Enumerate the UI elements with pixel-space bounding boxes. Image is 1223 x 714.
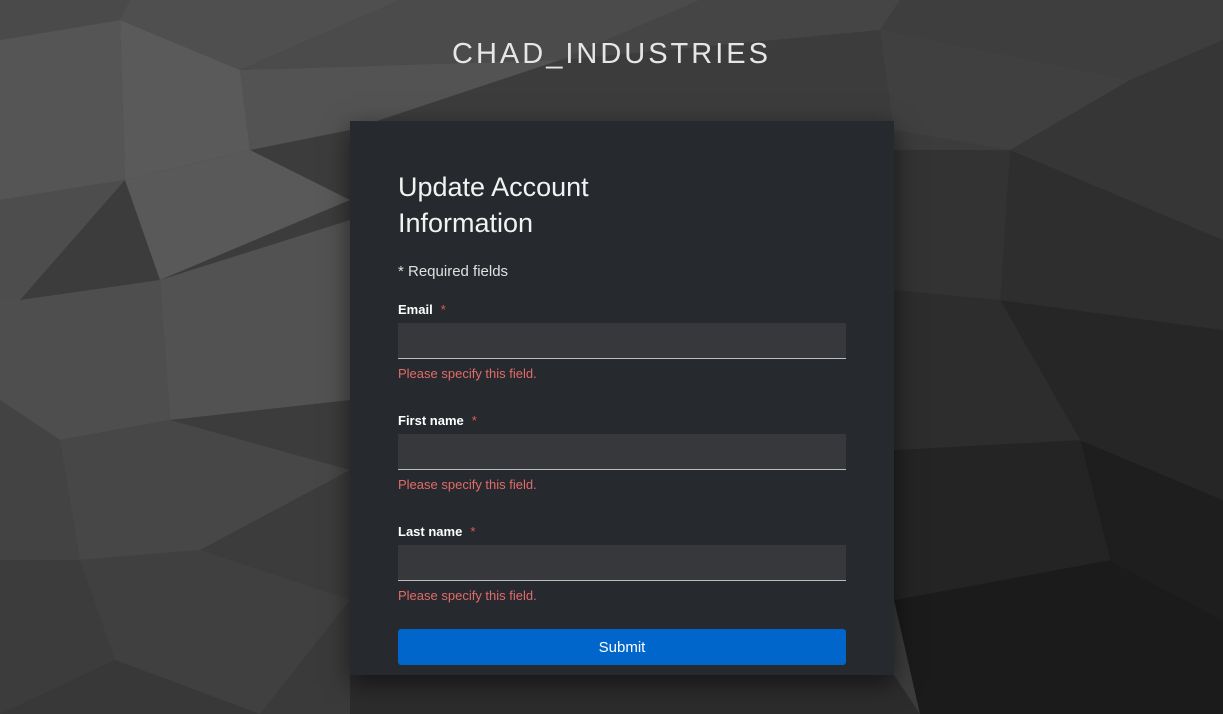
email-error-message: Please specify this field.	[398, 366, 537, 381]
page-title: Update Account Information	[398, 172, 589, 238]
required-fields-note: * Required fields	[398, 263, 509, 280]
last-name-field-group: Last name * Please specify this field.	[398, 522, 846, 605]
last-name-error-message: Please specify this field.	[398, 588, 537, 603]
email-required-marker: *	[440, 301, 446, 317]
first-name-label: First name	[398, 412, 464, 428]
email-label: Email	[398, 301, 433, 317]
first-name-error-message: Please specify this field.	[398, 477, 537, 492]
last-name-label: Last name	[398, 523, 463, 539]
update-account-card: Update Account Information * Required fi…	[350, 121, 894, 675]
first-name-input[interactable]	[398, 434, 846, 470]
submit-button[interactable]: Submit	[398, 629, 846, 665]
email-input[interactable]	[398, 323, 846, 359]
first-name-required-marker: *	[471, 412, 477, 428]
first-name-field-group: First name * Please specify this field.	[398, 411, 846, 494]
brand-title: CHAD_INDUSTRIES	[452, 38, 771, 70]
email-field-group: Email * Please specify this field.	[398, 300, 846, 383]
last-name-required-marker: *	[470, 523, 476, 539]
last-name-input[interactable]	[398, 545, 846, 581]
